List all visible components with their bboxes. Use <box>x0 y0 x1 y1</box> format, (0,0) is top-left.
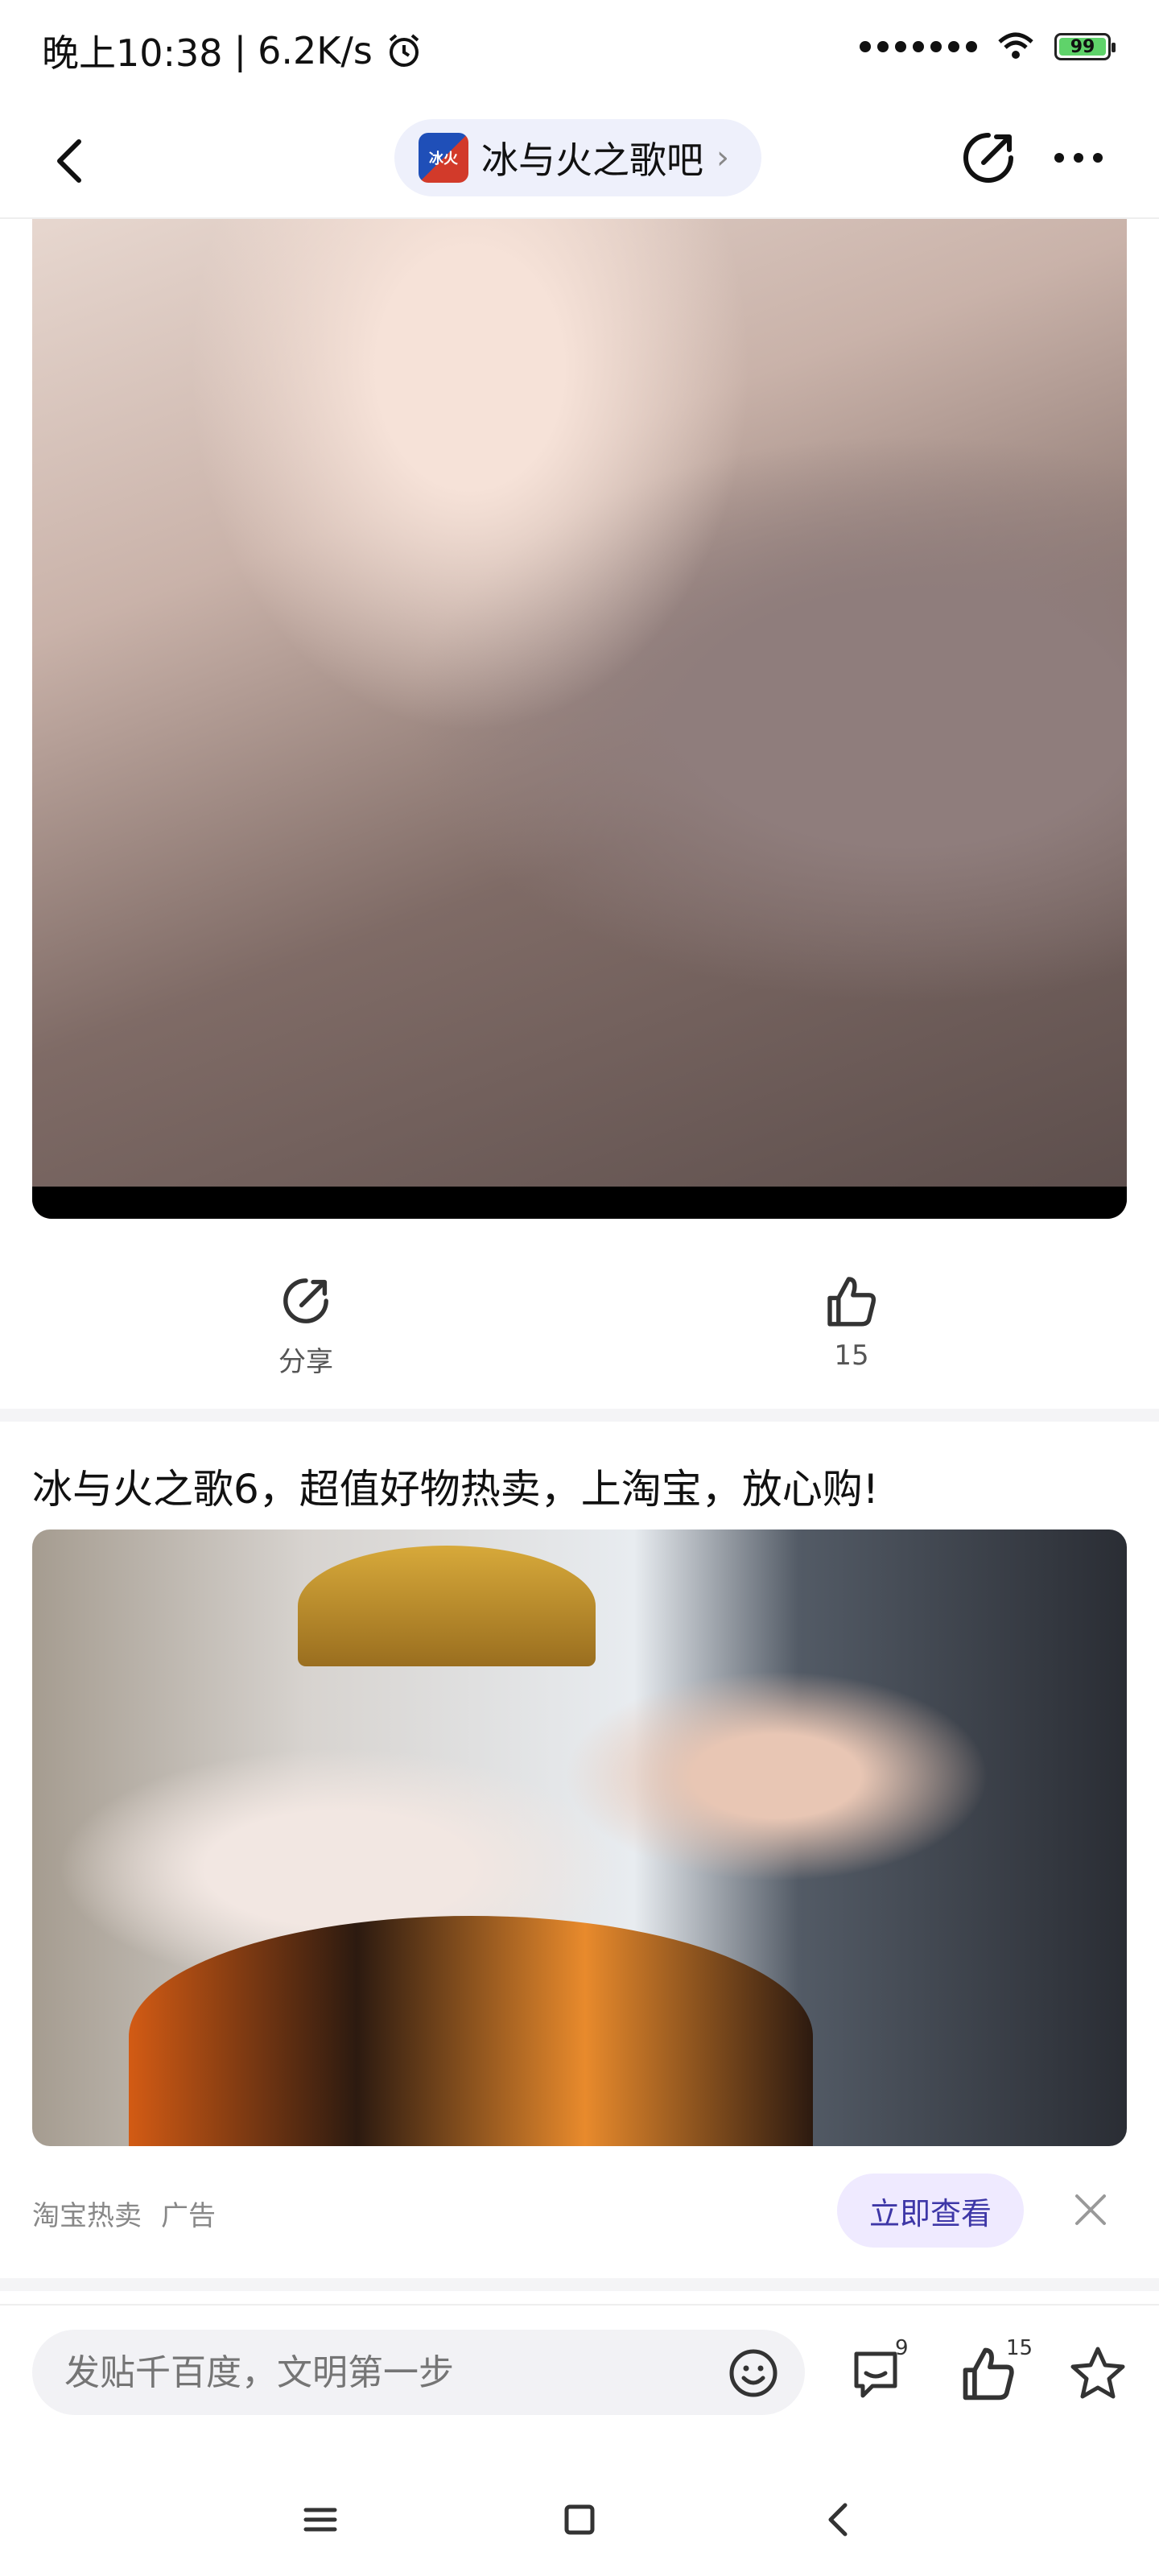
close-icon[interactable] <box>1070 2190 1111 2230</box>
share-icon <box>283 1278 328 1323</box>
comment-input[interactable] <box>32 2330 805 2415</box>
battery-icon: 99 <box>1054 33 1116 60</box>
ad-meta: 淘宝热卖 广告 <box>32 2194 216 2233</box>
share-icon[interactable] <box>956 126 1021 190</box>
status-time: 晚上10:38 <box>42 31 223 75</box>
chevron-right-icon: › <box>716 139 729 176</box>
thumbs-up-icon <box>827 1277 876 1327</box>
post-actions: 分享 15 <box>0 1232 1159 1385</box>
emoji-icon[interactable] <box>728 2347 779 2399</box>
status-bar: 晚上10:38 | 6.2K/s 99 <box>0 0 1159 105</box>
share-button[interactable]: 分享 <box>225 1272 386 1379</box>
home-icon[interactable] <box>555 2496 604 2544</box>
bottom-like-count: 15 <box>1006 2336 1033 2360</box>
share-label: 分享 <box>278 1346 333 1378</box>
back-nav-icon[interactable] <box>815 2496 863 2544</box>
comment-count: 9 <box>895 2336 909 2360</box>
menu-icon[interactable] <box>296 2496 344 2544</box>
signal-icon <box>860 41 977 52</box>
back-icon[interactable] <box>39 129 103 193</box>
battery-level: 99 <box>1070 36 1095 57</box>
more-icon[interactable] <box>1046 126 1111 190</box>
like-button[interactable]: 15 <box>771 1272 932 1372</box>
ad-image[interactable] <box>32 1530 1127 2146</box>
bottom-like-button[interactable]: 15 <box>958 2306 1038 2442</box>
comment-button[interactable]: 9 <box>845 2306 926 2442</box>
post-image[interactable] <box>32 219 1127 1219</box>
forum-name: 冰与火之歌吧 <box>481 138 703 182</box>
top-navigation: 冰火 冰与火之歌吧 › <box>0 105 1159 219</box>
like-count: 15 <box>834 1340 869 1372</box>
section-divider <box>0 2278 1159 2291</box>
ad-source: 淘宝热卖 <box>32 2200 142 2232</box>
view-now-button[interactable]: 立即查看 <box>837 2174 1024 2248</box>
forum-entry-button[interactable]: 冰火 冰与火之歌吧 › <box>394 119 761 196</box>
alarm-icon <box>389 34 419 67</box>
forum-avatar: 冰火 <box>419 133 468 183</box>
ad-tag: 广告 <box>161 2200 216 2232</box>
section-divider <box>0 1409 1159 1422</box>
system-navigation <box>0 2447 1159 2576</box>
comment-bar: 9 15 <box>0 2304 1159 2442</box>
network-speed: 6.2K/s <box>258 29 373 72</box>
wifi-icon <box>998 32 1033 59</box>
ad-title[interactable]: 冰与火之歌6，超值好物热卖，上淘宝，放心购! <box>32 1457 879 1515</box>
star-icon[interactable] <box>1067 2343 1128 2404</box>
